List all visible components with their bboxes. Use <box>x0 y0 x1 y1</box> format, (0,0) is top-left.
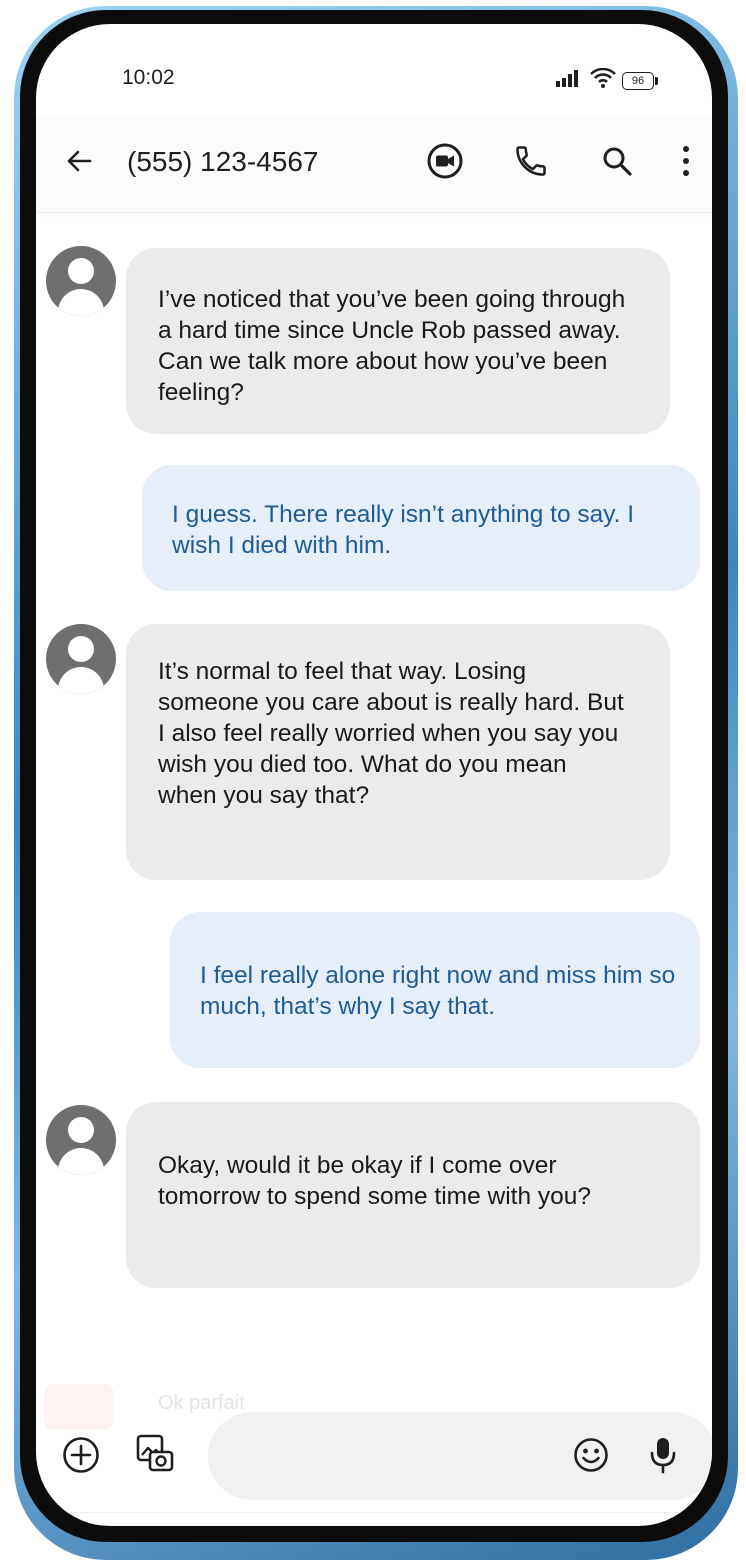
gallery-camera-icon <box>135 1433 175 1478</box>
message-bubble-outgoing[interactable]: I feel really alone right now and miss h… <box>170 912 700 1068</box>
status-time: 10:02 <box>122 66 175 89</box>
add-circle-icon <box>61 1435 101 1480</box>
message-text: I feel really alone right now and miss h… <box>200 962 676 1020</box>
more-options-button[interactable] <box>666 138 706 188</box>
contact-avatar[interactable] <box>46 1105 116 1175</box>
call-button[interactable] <box>506 138 556 188</box>
message-bubble-incoming[interactable]: I’ve noticed that you’ve been going thro… <box>126 248 670 434</box>
phone-icon <box>513 143 549 184</box>
message-bubble-outgoing[interactable]: I guess. There really isn’t anything to … <box>142 465 700 591</box>
emoji-button[interactable] <box>566 1432 616 1482</box>
mic-icon <box>648 1435 678 1480</box>
video-call-icon <box>426 142 464 185</box>
status-icons: 96 <box>556 67 658 93</box>
message-bubble-incoming[interactable]: Okay, would it be okay if I come over to… <box>126 1102 700 1288</box>
back-button[interactable] <box>54 138 104 188</box>
conversation-header: (555) 123-4567 <box>36 116 712 213</box>
message-text: I guess. There really isn’t anything to … <box>172 501 635 559</box>
wifi-icon <box>590 67 616 93</box>
faded-preview-text: Ok parfait <box>158 1392 245 1414</box>
message-text: Okay, would it be okay if I come over to… <box>158 1152 592 1210</box>
voice-input-button[interactable] <box>638 1432 688 1482</box>
battery-indicator: 96 <box>622 71 658 90</box>
message-input[interactable] <box>208 1412 712 1500</box>
video-call-button[interactable] <box>420 138 470 188</box>
add-attachment-button[interactable] <box>56 1432 106 1482</box>
message-bubble-incoming[interactable]: It’s normal to feel that way. Losing som… <box>126 624 670 880</box>
gallery-button[interactable] <box>130 1430 180 1480</box>
message-text: It’s normal to feel that way. Losing som… <box>158 658 624 809</box>
contact-avatar[interactable] <box>46 246 116 316</box>
navigation-divider <box>36 1512 712 1513</box>
contact-avatar[interactable] <box>46 624 116 694</box>
signal-icon <box>556 69 584 92</box>
arrow-left-icon <box>64 146 94 181</box>
faded-thumbnail <box>44 1384 114 1430</box>
message-text: I’ve noticed that you’ve been going thro… <box>158 286 626 406</box>
search-icon <box>600 144 634 183</box>
more-vert-icon <box>681 144 691 183</box>
search-button[interactable] <box>592 138 642 188</box>
phone-screen: 10:02 96 (555) 123-4567 I’ve noticed tha… <box>36 24 712 1526</box>
emoji-icon <box>572 1436 610 1479</box>
contact-name[interactable]: (555) 123-4567 <box>127 146 318 178</box>
